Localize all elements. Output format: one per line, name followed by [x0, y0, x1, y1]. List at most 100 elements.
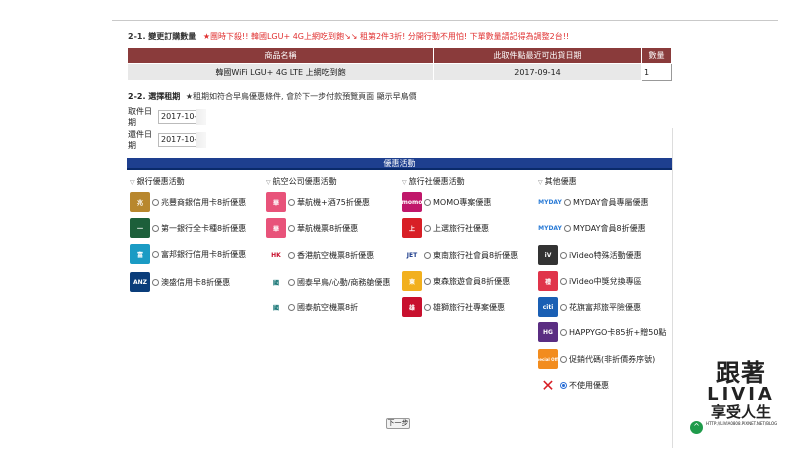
first-bank-logo-icon: 一 [130, 218, 150, 238]
radio-button[interactable] [152, 224, 159, 232]
promo-option[interactable]: 東東森旅遊會員8折優惠 [402, 271, 510, 291]
ship-date-cell: 2017-09-14 [433, 63, 642, 81]
promo-option[interactable]: momo MOMO專案優惠 [402, 192, 491, 212]
promo-option[interactable]: 華華航機票8折優惠 [266, 218, 358, 238]
table-row: 韓國WiFi LGU+ 4G LTE 上網吃到飽 2017-09-14 1 [127, 63, 672, 81]
radio-button[interactable] [424, 251, 431, 259]
lion-travel-logo-icon: 雄 [402, 297, 422, 317]
promo-option[interactable]: 上上選旅行社優惠 [402, 218, 489, 238]
triangle-down-icon: ▽ [402, 179, 407, 186]
return-date-label: 還件日期 [128, 130, 152, 150]
quantity-input[interactable]: 1 [641, 63, 672, 81]
special-offer-icon: Special Offer [534, 349, 563, 369]
promo-option[interactable]: JET 東南旅行社會員8折優惠 [402, 245, 518, 265]
bank-promo-title: ▽ 銀行優惠活動 [130, 177, 185, 186]
watermark-url: HTTP://LIVIA0808.PIXNET.NET/BLOG [706, 421, 778, 426]
promo-option[interactable]: 一第一銀行全卡種8折優惠 [130, 218, 246, 238]
promo-option[interactable]: ✕ 不使用優惠 [538, 375, 609, 395]
promo-option[interactable]: Special Offer 促銷代碼(非折價券序號) [534, 349, 655, 369]
section2-note: ★租期如符合早鳥優惠條件, 會於下一步付款預覽頁面 顯示早鳥價 [185, 92, 417, 101]
promo-option[interactable]: 兆兆豐商銀信用卡8折優惠 [130, 192, 246, 212]
product-name-cell: 韓國WiFi LGU+ 4G LTE 上網吃到飽 [127, 63, 434, 81]
promo-option[interactable]: iV iVideo特殊活動優惠 [538, 245, 642, 265]
radio-button[interactable] [564, 224, 571, 232]
section1-heading: 2-1. 變更訂購數量 [128, 32, 197, 41]
radio-button[interactable] [560, 355, 567, 363]
redacted-area [196, 109, 206, 125]
citi-logo-icon: citi [538, 297, 558, 317]
return-date-row: 還件日期 2017-10- [128, 130, 206, 150]
triangle-down-icon: ▽ [266, 179, 271, 186]
promo-option[interactable]: 國國泰航空機票8折 [266, 297, 358, 317]
next-step-button[interactable]: 下一步 [386, 418, 410, 429]
radio-button[interactable] [424, 303, 431, 311]
radio-button[interactable] [560, 328, 567, 336]
watermark-line2: LIVIA [707, 384, 775, 405]
china-airlines-logo-icon: 華 [266, 218, 286, 238]
promo-option[interactable]: HG HAPPYGO卡85折+贈50點 [538, 322, 666, 342]
watermark-line1: 跟著 [716, 359, 766, 387]
col-quantity: 數量 [641, 47, 672, 64]
promo-option[interactable]: 富富邦銀行信用卡8折優惠 [130, 244, 246, 264]
promo-option[interactable]: HK 香港航空機票8折優惠 [266, 245, 374, 265]
watermark: 跟著 LIVIA 享受人生 HTTP://LIVIA0808.PIXNET.NE… [706, 359, 778, 427]
section-change-quantity: 2-1. 變更訂購數量 ★團時下殺!! 韓國LGU+ 4G上網吃到飽↘↘ 租第2… [128, 31, 569, 42]
happygo-card-icon: HG [538, 322, 558, 342]
radio-button[interactable] [564, 198, 571, 206]
radio-button[interactable] [288, 224, 295, 232]
promo-option[interactable]: ANZ 澳盛信用卡8折優惠 [130, 272, 230, 292]
radio-button[interactable] [288, 278, 295, 286]
myday-logo-icon: MYDAY [538, 192, 562, 212]
hk-airlines-logo-icon: HK [266, 245, 286, 265]
eastern-travel-logo-icon: 東 [402, 271, 422, 291]
top-divider [112, 20, 778, 21]
radio-button[interactable] [560, 251, 567, 259]
mega-bank-logo-icon: 兆 [130, 192, 150, 212]
radio-button-selected[interactable] [560, 381, 567, 389]
promo-option[interactable]: MYDAY MYDAY會員專屬優惠 [538, 192, 649, 212]
promo-option[interactable]: citi 花旗富邦旅平險優惠 [538, 297, 641, 317]
section1-promo-note: ★團時下殺!! 韓國LGU+ 4G上網吃到飽↘↘ 租第2件3折! 分開行動不用怕… [202, 32, 570, 41]
radio-button[interactable] [152, 278, 159, 286]
promo-option[interactable]: 雄雄獅旅行社專案優惠 [402, 297, 505, 317]
top-travel-logo-icon: 上 [402, 218, 422, 238]
radio-button[interactable] [288, 198, 295, 206]
radio-button[interactable] [288, 303, 295, 311]
radio-button[interactable] [560, 277, 567, 285]
travel-promo-title: ▽ 旅行社優惠活動 [402, 177, 465, 186]
triangle-down-icon: ▽ [130, 179, 135, 186]
radio-button[interactable] [152, 198, 159, 206]
scroll-to-top-button[interactable]: ^ [690, 421, 703, 434]
radio-button[interactable] [152, 250, 159, 258]
order-table-header-row: 商品名稱 此取件點最近可出貨日期 數量 [127, 47, 672, 64]
momo-logo-icon: momo [402, 192, 422, 212]
fubon-logo-icon: 富 [130, 244, 150, 264]
radio-button[interactable] [424, 198, 431, 206]
china-airlines-logo-icon: 華 [266, 192, 286, 212]
redacted-area [196, 132, 206, 148]
gift-box-icon: 禮 [538, 271, 558, 291]
pickup-date-label: 取件日期 [128, 107, 152, 127]
no-promo-x-icon: ✕ [538, 375, 558, 395]
pickup-date-row: 取件日期 2017-10- [128, 107, 206, 127]
ivideo-card-icon: iV [538, 245, 558, 265]
anz-logo-icon: ANZ [130, 272, 150, 292]
other-promo-title: ▽ 其他優惠 [538, 177, 577, 186]
promo-option[interactable]: 華華航機+酒75折優惠 [266, 192, 370, 212]
col-product-name: 商品名稱 [127, 47, 434, 64]
order-table: 商品名稱 此取件點最近可出貨日期 數量 韓國WiFi LGU+ 4G LTE 上… [127, 47, 672, 81]
radio-button[interactable] [560, 303, 567, 311]
airline-promo-title: ▽ 航空公司優惠活動 [266, 177, 337, 186]
promo-header: 優惠活動 [127, 158, 672, 170]
jet-logo-icon: JET [402, 245, 422, 265]
section2-heading: 2-2. 選擇租期 [128, 92, 181, 101]
promo-option[interactable]: MYDAY MYDAY會員8折優惠 [538, 218, 646, 238]
myday-logo-icon: MYDAY [538, 218, 562, 238]
radio-button[interactable] [424, 224, 431, 232]
col-ship-date: 此取件點最近可出貨日期 [433, 47, 642, 64]
promo-option[interactable]: 禮 iVideo中獎兌換專區 [538, 271, 642, 291]
triangle-down-icon: ▽ [538, 179, 543, 186]
promo-option[interactable]: 國國泰早鳥/心動/商務艙優惠 [266, 272, 390, 292]
radio-button[interactable] [424, 277, 431, 285]
radio-button[interactable] [288, 251, 295, 259]
